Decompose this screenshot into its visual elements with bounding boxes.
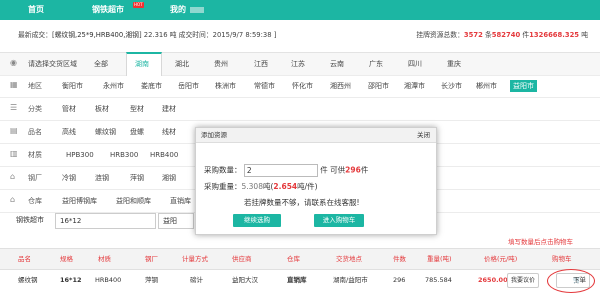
dialog-title: 添加资源 bbox=[201, 131, 227, 139]
weight-row: 采购重量：5.308吨(2.654吨/件) bbox=[204, 181, 444, 192]
add-resource-dialog: 添加资源 关闭 采购数量： 2 件 可供296件 采购重量：5.308吨(2.6… bbox=[195, 127, 437, 235]
go-to-cart-button[interactable]: 进入购物车 bbox=[314, 214, 364, 227]
dialog-close-button[interactable]: 关闭 bbox=[417, 128, 430, 142]
weight-value: 5.308 bbox=[241, 182, 263, 191]
qty-label: 采购数量： bbox=[204, 165, 242, 175]
qty-row: 采购数量： 2 件 可供296件 bbox=[204, 164, 444, 177]
qty-available: 296 bbox=[345, 165, 361, 175]
weight-per-piece: 2.654 bbox=[273, 182, 298, 191]
dialog-header: 添加资源 关闭 bbox=[196, 128, 436, 143]
qty-unit: 件 可供 bbox=[320, 165, 346, 175]
weight-label: 采购重量： bbox=[204, 182, 242, 191]
weight-tail: 吨/件) bbox=[297, 182, 318, 191]
notice-row: 若挂牌数量不够，请联系在线客服! bbox=[244, 198, 360, 207]
continue-shopping-button[interactable]: 继续选购 bbox=[233, 214, 281, 227]
qty-available-unit: 件 bbox=[360, 165, 369, 175]
weight-mid: 吨( bbox=[262, 182, 274, 191]
qty-input[interactable]: 2 bbox=[243, 164, 318, 177]
